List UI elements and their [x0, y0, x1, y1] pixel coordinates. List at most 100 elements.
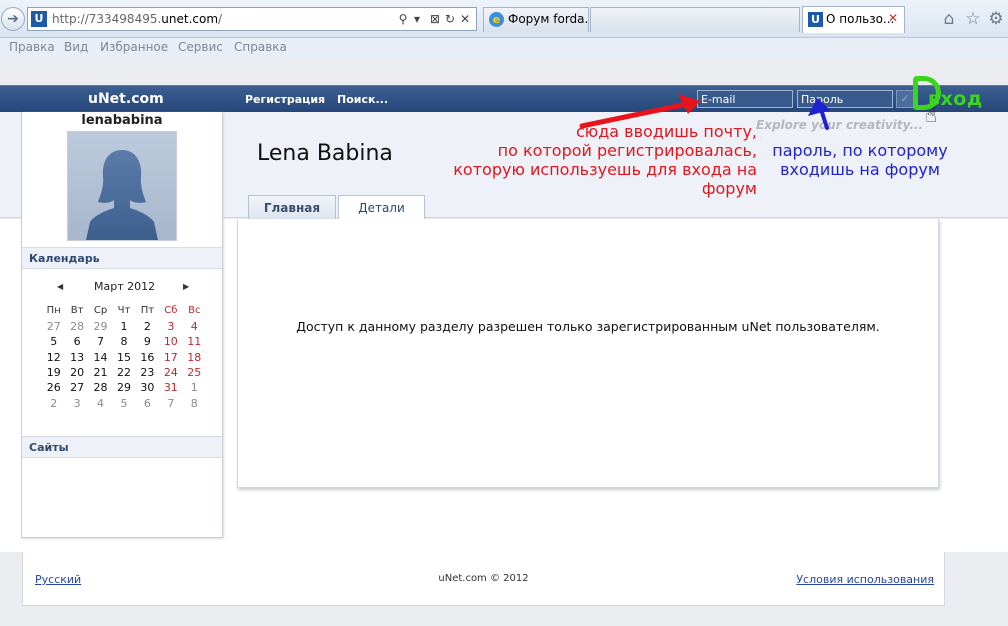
browser-toolbar: ➔ U http://733498495.unet.com/ ⚲ ▾ ⊠ ↻ ✕…: [0, 0, 1008, 38]
calendar-day[interactable]: 1: [183, 380, 206, 395]
calendar-day[interactable]: 28: [89, 380, 112, 395]
menu-help[interactable]: Справка: [234, 40, 287, 54]
calendar-day[interactable]: 16: [136, 350, 159, 365]
calendar-weekday: Чт: [117, 305, 131, 316]
calendar-day[interactable]: 24: [159, 365, 182, 380]
calendar-day[interactable]: 23: [136, 365, 159, 380]
calendar-day[interactable]: 11: [183, 334, 206, 349]
calendar-day[interactable]: 8: [183, 395, 206, 410]
footer: Русский uNet.com © 2012 Условия использо…: [22, 552, 945, 606]
calendar-weekday: Сб: [164, 305, 178, 316]
calendar-weekday: Вс: [188, 305, 201, 316]
ie-icon: e: [489, 12, 504, 27]
calendar-day[interactable]: 17: [159, 350, 182, 365]
favorites-star-icon[interactable]: ☆: [963, 9, 983, 29]
tab-user-profile[interactable]: U О пользо... ✕: [802, 6, 905, 33]
nav-register-link[interactable]: Регистрация: [245, 93, 325, 106]
avatar: [67, 131, 177, 241]
calendar-day[interactable]: 19: [42, 365, 65, 380]
calendar-day[interactable]: 2: [42, 395, 65, 410]
site-favicon-icon: U: [31, 11, 47, 27]
calendar-weekday: Пт: [140, 305, 155, 316]
menu-view[interactable]: Вид: [64, 40, 88, 54]
calendar-day[interactable]: 29: [112, 380, 135, 395]
calendar-day[interactable]: 29: [89, 319, 112, 334]
annotation-line: которую используешь для входа на форум: [453, 160, 757, 198]
unet-favicon-icon: U: [808, 12, 823, 27]
calendar-weekday: Ср: [93, 305, 108, 316]
calendar-day[interactable]: 3: [159, 319, 182, 334]
compat-view-icon[interactable]: ⊠: [428, 11, 442, 27]
nav-search-link[interactable]: Поиск...: [337, 93, 388, 106]
tab-forum[interactable]: e Форум forda...: [483, 7, 589, 32]
calendar-day[interactable]: 27: [42, 319, 65, 334]
calendar-day[interactable]: 2: [136, 319, 159, 334]
calendar-prev-icon[interactable]: ◀: [57, 282, 63, 291]
calendar-day[interactable]: 22: [112, 365, 135, 380]
calendar-day[interactable]: 9: [136, 334, 159, 349]
calendar-header: Календарь: [22, 247, 222, 269]
annotation-arrows: [579, 94, 830, 130]
calendar-day[interactable]: 21: [89, 365, 112, 380]
calendar-day[interactable]: 5: [112, 395, 135, 410]
calendar-weekday: Вт: [70, 305, 84, 316]
annotation-password-arrowhead: [808, 98, 830, 116]
calendar-day[interactable]: 6: [136, 395, 159, 410]
calendar-day[interactable]: 3: [65, 395, 88, 410]
calendar-day[interactable]: 12: [42, 350, 65, 365]
calendar-day[interactable]: 31: [159, 380, 182, 395]
tab-forum-label: Форум forda...: [508, 12, 589, 26]
calendar-day[interactable]: 14: [89, 350, 112, 365]
calendar-day[interactable]: 4: [89, 395, 112, 410]
calendar-day[interactable]: 6: [65, 334, 88, 349]
annotation-line: пароль, по которому: [772, 141, 948, 160]
tab-blank[interactable]: [590, 7, 800, 32]
calendar-day[interactable]: 26: [42, 380, 65, 395]
calendar-day[interactable]: 18: [183, 350, 206, 365]
menu-tools[interactable]: Сервис: [178, 40, 223, 54]
menu-edit[interactable]: Правка: [9, 40, 55, 54]
calendar-day[interactable]: 4: [183, 319, 206, 334]
tab-user-profile-label: О пользо...: [826, 12, 895, 26]
profile-username: lenababina: [81, 113, 163, 128]
calendar-grid: Пн Вт Ср Чт Пт Сб Вс 27 28 29 1 2 3 4 5 6 7 8 9 10 11 12 13 14 1…: [42, 302, 206, 411]
calendar-month: Март 2012: [94, 280, 156, 293]
calendar-weekday: Пн: [46, 305, 61, 316]
home-icon[interactable]: ⌂: [939, 9, 959, 29]
login-submit-button[interactable]: ✓: [896, 90, 914, 108]
calendar-day[interactable]: 13: [65, 350, 88, 365]
calendar-day[interactable]: 15: [112, 350, 135, 365]
annotation-line: входишь на форум: [780, 160, 940, 179]
calendar-day[interactable]: 25: [183, 365, 206, 380]
calendar-day[interactable]: 7: [89, 334, 112, 349]
close-tab-icon[interactable]: ✕: [888, 11, 898, 25]
annotation-password-note: пароль, по которому входишь на форум: [770, 141, 950, 179]
calendar-day[interactable]: 28: [65, 319, 88, 334]
calendar-day[interactable]: 27: [65, 380, 88, 395]
stop-icon[interactable]: ✕: [458, 11, 472, 27]
address-bar[interactable]: U http://733498495.unet.com/ ⚲ ▾ ⊠ ↻ ✕: [27, 7, 477, 31]
menu-favorites[interactable]: Избранное: [100, 40, 168, 54]
details-panel: Доступ к данному разделу разрешен только…: [237, 219, 939, 488]
settings-gear-icon[interactable]: ⚙: [986, 9, 1006, 29]
dropdown-arrow-icon[interactable]: ▾: [410, 11, 424, 27]
address-url: http://733498495.unet.com/: [52, 12, 223, 26]
tab-main[interactable]: Главная: [248, 195, 336, 219]
back-arrow-icon[interactable]: ➔: [1, 7, 25, 31]
site-logo[interactable]: uNet.com: [88, 91, 164, 107]
calendar-day[interactable]: 8: [112, 334, 135, 349]
calendar-day[interactable]: 30: [136, 380, 159, 395]
profile-sidebar: lenababina Календарь ◀ Март 2012 ▶ Пн Вт С…: [21, 112, 223, 538]
search-icon[interactable]: ⚲: [396, 11, 410, 27]
calendar-next-icon[interactable]: ▶: [183, 282, 189, 291]
calendar-day[interactable]: 7: [159, 395, 182, 410]
refresh-icon[interactable]: ↻: [443, 11, 457, 27]
calendar-day[interactable]: 20: [65, 365, 88, 380]
calendar-day[interactable]: 5: [42, 334, 65, 349]
footer-terms-link[interactable]: Условия использования: [796, 573, 934, 586]
calendar-day[interactable]: 10: [159, 334, 182, 349]
female-silhouette-icon: [86, 150, 158, 240]
hand-cursor-icon: ☝: [925, 103, 938, 127]
calendar-day[interactable]: 1: [112, 319, 135, 334]
tab-details[interactable]: Детали: [338, 195, 425, 220]
